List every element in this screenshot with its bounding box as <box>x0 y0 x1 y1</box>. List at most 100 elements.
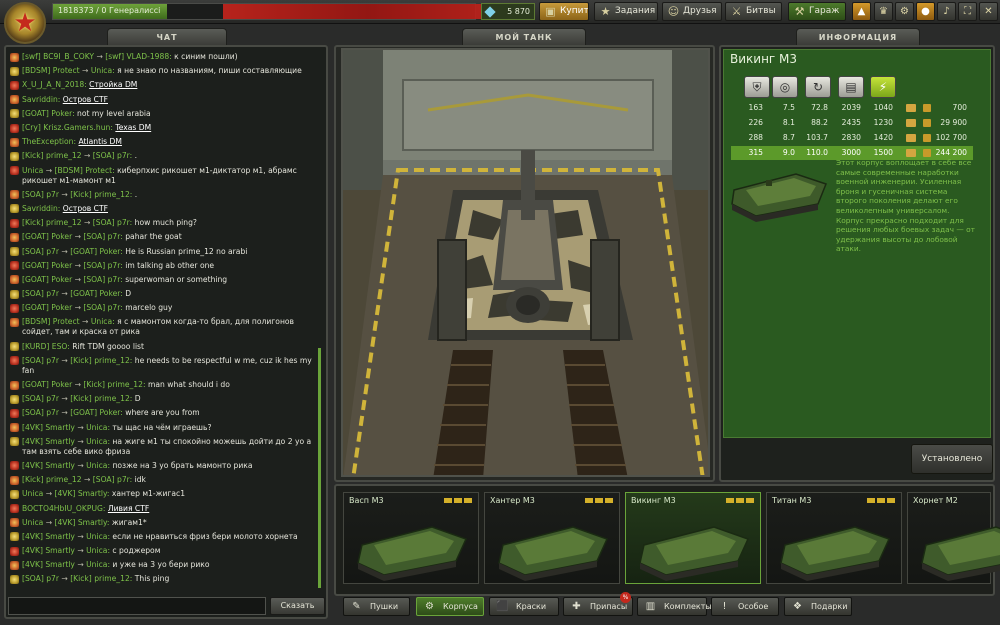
chat-recipient[interactable]: Unica <box>86 461 107 470</box>
item-card[interactable]: Васп М3 <box>343 492 479 584</box>
category-gift[interactable]: ❖ Подарки <box>784 597 852 616</box>
chat-sender[interactable]: [GOAT] Poker <box>22 275 72 284</box>
chat-recipient[interactable]: Unica <box>86 423 107 432</box>
shop-icon[interactable]: ▲ <box>852 2 871 21</box>
item-card[interactable]: Титан М3 <box>766 492 902 584</box>
chat-recipient[interactable]: [SOA] p7r <box>93 475 130 484</box>
chat-sender[interactable]: Unica <box>22 518 43 527</box>
chat-input[interactable] <box>8 597 266 615</box>
trophy-icon[interactable]: ♛ <box>874 2 893 21</box>
currency-icon[interactable]: ● <box>916 2 935 21</box>
chat-sender[interactable]: [4VK] Smartly <box>22 532 75 541</box>
chat-sender[interactable]: Unica <box>22 166 43 175</box>
chat-recipient[interactable]: [Kick] prime_12 <box>70 574 130 583</box>
chat-sender[interactable]: [KURD] ESO <box>22 342 67 351</box>
chat-recipient[interactable]: [SOA] p7r <box>83 261 120 270</box>
upgrade-row[interactable]: 163 7.5 72.8 2039 1040 700 <box>731 101 973 115</box>
chat-recipient[interactable]: [SOA] p7r <box>83 275 120 284</box>
category-hull[interactable]: ⚙ Корпуса <box>416 597 484 616</box>
friends-button[interactable]: ☺ Друзья <box>662 2 722 21</box>
chat-sender[interactable]: [Cry] Krisz.Gamers.hun <box>22 123 110 132</box>
chat-recipient[interactable]: Unica <box>86 546 107 555</box>
missions-button[interactable]: ★ Задания <box>594 2 658 21</box>
upgrade-row[interactable]: 288 8.7 103.7 2830 1420 102 700 <box>731 131 973 145</box>
battle-link[interactable]: Texas DM <box>115 123 151 132</box>
chat-sender[interactable]: [GOAT] Poker <box>22 232 72 241</box>
close-icon[interactable]: ✕ <box>979 2 998 21</box>
chat-recipient[interactable]: [Kick] prime_12 <box>70 356 130 365</box>
chat-recipient[interactable]: [SOA] p7r <box>83 303 120 312</box>
fullscreen-icon[interactable]: ⛶ <box>958 2 977 21</box>
tank-3d-view[interactable] <box>341 48 710 477</box>
chat-recipient[interactable]: [Kick] prime_12 <box>70 394 130 403</box>
item-card[interactable]: Хорнет М2 <box>907 492 1000 584</box>
battle-link[interactable]: Atlantis DM <box>78 137 121 146</box>
settings-icon[interactable]: ⚙ <box>895 2 914 21</box>
chat-sender[interactable]: Savriddin <box>22 204 58 213</box>
category-special[interactable]: ! Особое <box>711 597 779 616</box>
chat-sender[interactable]: [4VK] Smartly <box>22 437 75 446</box>
battle-link[interactable]: Остров CTF <box>63 204 108 213</box>
chat-recipient[interactable]: [GOAT] Poker <box>70 408 120 417</box>
chat-recipient[interactable]: [SOA] p7r <box>93 218 130 227</box>
chat-sender[interactable]: [GOAT] Poker <box>22 303 72 312</box>
chat-sender[interactable]: [Kick] prime_12 <box>22 475 82 484</box>
buy-button[interactable]: ▣ Купить <box>539 2 589 21</box>
item-card[interactable]: Хантер М3 <box>484 492 620 584</box>
chat-sender[interactable]: [SOA] p7r <box>22 574 59 583</box>
item-card[interactable]: Викинг М3 <box>625 492 761 584</box>
chat-sender[interactable]: [GOAT] Poker <box>22 109 72 118</box>
chat-sender[interactable]: TheException <box>22 137 74 146</box>
chat-sender[interactable]: [4VK] Smartly <box>22 560 75 569</box>
chat-recipient[interactable]: [BDSM] Protect <box>55 166 113 175</box>
chat-sender[interactable]: [SOA] p7r <box>22 190 59 199</box>
chat-sender[interactable]: Unica <box>22 489 43 498</box>
chat-sender[interactable]: [SOA] p7r <box>22 394 59 403</box>
chat-recipient[interactable]: [4VK] Smartly <box>55 489 107 498</box>
chat-recipient[interactable]: [Kick] prime_12 <box>83 380 143 389</box>
chat-sender[interactable]: [Kick] prime_12 <box>22 218 82 227</box>
chat-recipient[interactable]: Unica <box>91 66 112 75</box>
sound-icon[interactable]: ♪ <box>937 2 956 21</box>
chat-sender[interactable]: [SOA] p7r <box>22 289 59 298</box>
chat-sender[interactable]: [4VK] Smartly <box>22 423 75 432</box>
category-gun[interactable]: ✎ Пушки <box>343 597 410 616</box>
category-kits[interactable]: ▥ Комплекты <box>637 597 712 616</box>
chat-scrollbar[interactable] <box>318 348 321 588</box>
chat-recipient[interactable]: [swf] VLAD-1988 <box>105 52 169 61</box>
send-button[interactable]: Сказать <box>270 597 325 615</box>
chat-sender[interactable]: [BDSM] Protect <box>22 317 80 326</box>
chat-sender[interactable]: [GOAT] Poker <box>22 261 72 270</box>
battle-link[interactable]: Остров CTF <box>63 95 108 104</box>
battle-link[interactable]: Стройка DM <box>89 80 137 89</box>
chat-recipient[interactable]: [SOA] p7r <box>83 232 120 241</box>
chat-sender[interactable]: [4VK] Smartly <box>22 546 75 555</box>
battles-button[interactable]: ⚔ Битвы <box>725 2 782 21</box>
garage-button[interactable]: ⚒ Гараж <box>788 2 846 21</box>
chat-sender[interactable]: Savriddin <box>22 95 58 104</box>
chat-recipient[interactable]: Unica <box>86 560 107 569</box>
chat-recipient[interactable]: [Kick] prime_12 <box>70 190 130 199</box>
chat-sender[interactable]: [SOA] p7r <box>22 247 59 256</box>
chat-sender[interactable]: [4VK] Smartly <box>22 461 75 470</box>
chat-sender[interactable]: [swf] BC9I_B_COKY <box>22 52 94 61</box>
chat-sender[interactable]: BOCTO4HbIU_OKPUG <box>22 504 103 513</box>
chat-messages[interactable]: [swf] BC9I_B_COKY → [swf] VLAD-1988: к с… <box>8 50 316 588</box>
chat-recipient[interactable]: [GOAT] Poker <box>70 247 120 256</box>
chat-sender[interactable]: [SOA] p7r <box>22 408 59 417</box>
category-paint[interactable]: ⬛ Краски <box>489 597 559 616</box>
chat-recipient[interactable]: Unica <box>86 437 107 446</box>
chat-sender[interactable]: [Kick] prime_12 <box>22 151 82 160</box>
chat-recipient[interactable]: Unica <box>91 317 112 326</box>
chat-recipient[interactable]: [4VK] Smartly <box>55 518 107 527</box>
chat-sender[interactable]: [BDSM] Protect <box>22 66 80 75</box>
chat-recipient[interactable]: Unica <box>86 532 107 541</box>
chat-sender[interactable]: [GOAT] Poker <box>22 380 72 389</box>
battle-link[interactable]: Ливия CTF <box>108 504 149 513</box>
chat-recipient[interactable]: [SOA] p7r <box>93 151 130 160</box>
installed-button[interactable]: Установлено <box>911 444 993 474</box>
upgrade-row[interactable]: 226 8.1 88.2 2435 1230 29 900 <box>731 116 973 130</box>
chat-sender[interactable]: X_U_J_A_N_2018 <box>22 80 84 89</box>
chat-recipient[interactable]: [GOAT] Poker <box>70 289 120 298</box>
chat-sender[interactable]: [SOA] p7r <box>22 356 59 365</box>
